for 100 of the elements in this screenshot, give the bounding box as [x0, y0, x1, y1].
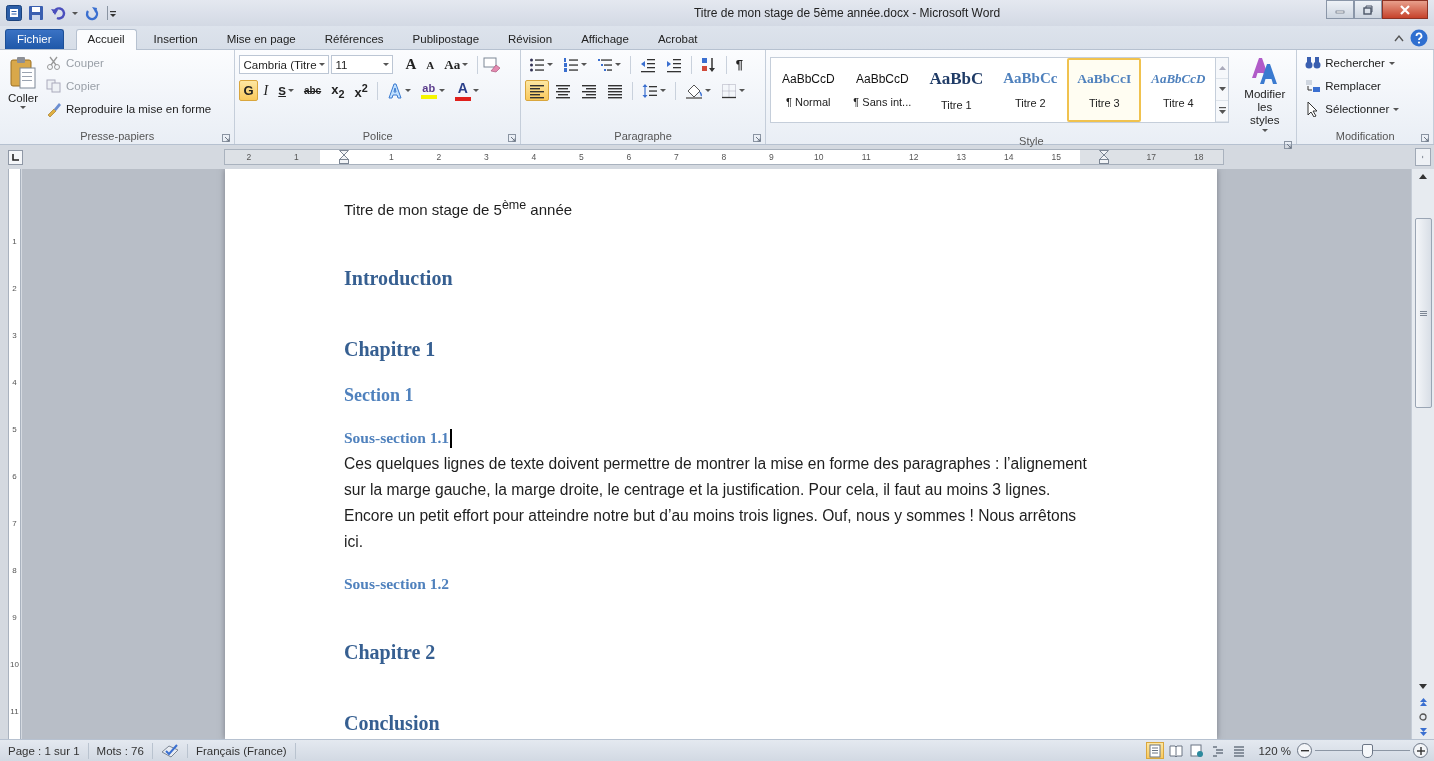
clipboard-icon	[9, 55, 37, 90]
save-icon[interactable]	[28, 5, 44, 22]
zoom-out-button[interactable]	[1297, 743, 1312, 759]
ruler-number: 1	[12, 237, 17, 247]
editing-button[interactable]: Rechercher	[1301, 52, 1404, 74]
chapter-heading: Introduction	[344, 266, 453, 292]
slider-thumb[interactable]	[1362, 743, 1374, 758]
font-size-field[interactable]: 11	[331, 55, 394, 75]
more-styles-button[interactable]	[1216, 100, 1229, 122]
proofing-icon[interactable]	[160, 743, 179, 758]
caret-icon	[580, 63, 587, 67]
grow-font-button[interactable]: A	[401, 54, 421, 76]
style-name: ¶ Sans int...	[853, 95, 912, 108]
shrink-font-button[interactable]: A	[422, 54, 439, 76]
editing-button[interactable]: Sélectionner	[1301, 98, 1404, 120]
style-option[interactable]: AaBbCcD ¶ Normal	[771, 57, 846, 122]
borders-icon	[720, 82, 737, 99]
zoom-level[interactable]: 120 %	[1258, 744, 1291, 757]
dialog-launcher-icon[interactable]	[753, 133, 762, 142]
close-icon	[1399, 4, 1411, 15]
format-button[interactable]: x$^{2}$	[350, 80, 372, 102]
ribbon-tab[interactable]: Accueil	[75, 28, 137, 50]
page-count[interactable]: Page : 1 sur 1	[0, 742, 89, 759]
format-button[interactable]: I	[259, 80, 273, 102]
ribbon-tab[interactable]: Insertion	[141, 28, 210, 49]
indent-marker-icon[interactable]	[1098, 150, 1109, 165]
app-icon[interactable]	[6, 5, 22, 22]
print-layout-button[interactable]	[1146, 742, 1165, 760]
dialog-launcher-icon[interactable]	[507, 133, 516, 142]
reading-button[interactable]	[1167, 742, 1186, 760]
indent-marker-icon[interactable]	[338, 150, 349, 165]
scroll-down-button[interactable]	[1216, 79, 1229, 101]
help-icon[interactable]	[1410, 28, 1428, 47]
restore-button[interactable]	[1354, 0, 1382, 19]
paste-button[interactable]: Coller	[4, 52, 43, 128]
group-label: Modification	[1335, 129, 1395, 142]
scrollbar-thumb[interactable]	[1414, 218, 1432, 409]
grip-icon	[1419, 310, 1427, 316]
dialog-launcher-icon[interactable]	[222, 133, 231, 142]
word-count[interactable]: Mots : 76	[88, 742, 153, 759]
tab-selector-button[interactable]	[8, 149, 23, 165]
globe-page-icon	[1190, 743, 1205, 758]
ruler-number: 6	[12, 472, 17, 482]
numbered-list-icon	[562, 56, 579, 73]
minimize-button[interactable]	[1326, 0, 1354, 19]
ribbon-tab[interactable]: Mise en page	[214, 28, 308, 49]
file-tab[interactable]: Fichier	[5, 28, 64, 49]
customize-icon[interactable]	[106, 6, 116, 21]
close-button[interactable]	[1382, 0, 1428, 19]
format-button[interactable]: abc	[299, 80, 326, 102]
caret-icon	[704, 89, 711, 93]
ruler-number: 3	[483, 152, 489, 163]
ruler-number: 11	[861, 152, 871, 163]
style-option[interactable]: AaBbCcD ¶ Sans int...	[845, 57, 920, 122]
group-label: Presse-papiers	[80, 129, 155, 142]
ruler-toggle-button[interactable]	[1415, 148, 1431, 167]
format-button[interactable]: S	[274, 80, 298, 102]
redo-icon[interactable]	[84, 5, 100, 22]
dialog-launcher-icon[interactable]	[1421, 133, 1429, 142]
ribbon-tab[interactable]: Révision	[496, 28, 565, 49]
zoom-in-button[interactable]	[1413, 743, 1428, 759]
book-icon	[1169, 743, 1184, 758]
change-case-button[interactable]: Aa	[440, 54, 473, 76]
caret-icon	[438, 89, 445, 93]
ribbon-tab[interactable]: Références	[312, 28, 396, 49]
multilevel-list-icon	[596, 56, 613, 73]
style-option[interactable]: AaBbCcI Titre 3	[1067, 57, 1142, 122]
paint-bucket-icon	[684, 82, 703, 99]
ruler-number: 4	[12, 378, 17, 388]
ruler-number: 5	[12, 425, 17, 435]
ruler-number: 2	[12, 284, 17, 294]
style-option[interactable]: AaBbC Titre 1	[919, 57, 994, 122]
style-option[interactable]: AaBbCc Titre 2	[993, 57, 1068, 122]
font-color-button[interactable]: A	[450, 80, 483, 102]
editing-button[interactable]: Remplacer	[1301, 75, 1404, 97]
format-button[interactable]: G	[239, 80, 258, 102]
ribbon-tab[interactable]: Publipostage	[400, 28, 492, 49]
clipboard-button[interactable]: Reproduire la mise en forme	[42, 98, 216, 120]
align-button[interactable]	[524, 80, 549, 102]
undo-icon[interactable]	[50, 5, 66, 22]
ruler-number: 8	[721, 152, 727, 163]
ribbon-tab[interactable]: Acrobat	[645, 28, 710, 49]
collapse-ribbon-icon[interactable]	[1394, 33, 1404, 42]
style-preview: AaBbCcD	[781, 71, 835, 86]
font-name-field[interactable]: Cambria (Titre	[239, 55, 330, 75]
ribbon-tab[interactable]: Affichage	[569, 28, 641, 49]
show-formatting-button[interactable]: ¶	[731, 54, 748, 76]
change-styles-button[interactable]: Modifier les styles	[1237, 52, 1293, 135]
highlight-button[interactable]: ab	[416, 80, 449, 102]
language-indicator[interactable]: Français (France)	[187, 742, 296, 759]
left-tab-icon	[12, 153, 19, 161]
sort-icon	[700, 56, 717, 73]
ruler-number: 1	[293, 152, 299, 163]
style-option[interactable]: AaBbCcD Titre 4	[1141, 57, 1216, 122]
caret-icon	[72, 11, 78, 15]
dialog-launcher-icon[interactable]	[1284, 140, 1293, 149]
down-arrow-icon	[1419, 684, 1427, 690]
format-button[interactable]: x$_{2}$	[327, 80, 349, 102]
eraser-icon[interactable]	[483, 56, 502, 73]
style-name: Titre 2	[1014, 97, 1046, 110]
